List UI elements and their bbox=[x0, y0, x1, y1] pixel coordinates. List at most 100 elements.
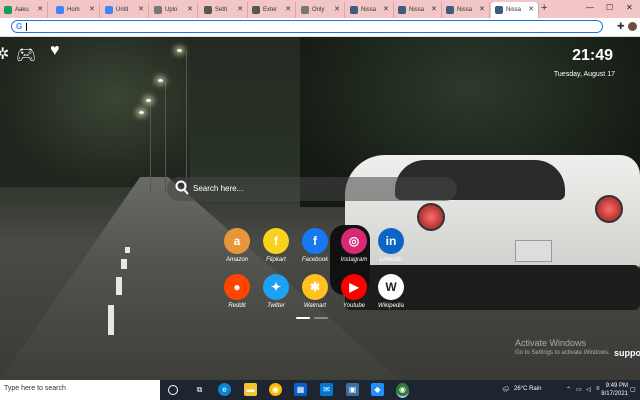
settings-icon[interactable]: ✲ bbox=[0, 44, 9, 64]
search-box[interactable]: Search here... bbox=[167, 177, 457, 201]
shortcut-youtube[interactable]: ▶ Youtube bbox=[334, 274, 374, 309]
close-tab-icon[interactable]: ✕ bbox=[479, 5, 485, 13]
close-tab-icon[interactable]: ✕ bbox=[285, 5, 291, 13]
new-tab-button[interactable]: + bbox=[541, 2, 547, 14]
weather-status[interactable]: 26°C Rain bbox=[514, 386, 541, 392]
flipkart-icon: f bbox=[263, 228, 289, 254]
close-tab-icon[interactable]: ✕ bbox=[138, 5, 144, 13]
shortcut-flipkart[interactable]: f Flipkart bbox=[256, 228, 296, 263]
amazon-icon: a bbox=[224, 228, 250, 254]
browser-tab[interactable]: Hom ✕ bbox=[52, 2, 100, 18]
app-icon[interactable]: ◆ bbox=[371, 383, 384, 396]
shortcut-instagram[interactable]: ◎ Instagram bbox=[334, 228, 374, 263]
tab-label: Setti bbox=[215, 7, 228, 13]
gamepad-icon[interactable]: 🎮︎ bbox=[16, 45, 36, 65]
close-tab-icon[interactable]: ✕ bbox=[334, 5, 340, 13]
chrome-active-icon[interactable]: ◉ bbox=[396, 383, 409, 398]
page-dot-active[interactable] bbox=[296, 317, 310, 319]
browser-tab[interactable]: Nissa ✕ bbox=[346, 2, 394, 18]
file-explorer-icon[interactable]: ▬ bbox=[244, 383, 257, 396]
shortcut-wikipedia[interactable]: W Wikipedia bbox=[371, 274, 411, 309]
taskbar-clock[interactable]: 9:49 PM 8/17/2021 bbox=[601, 382, 628, 398]
shortcut-twitter[interactable]: ✦ Twitter bbox=[256, 274, 296, 309]
search-icon bbox=[175, 180, 189, 195]
close-window-icon[interactable]: ✕ bbox=[626, 3, 633, 12]
tray-arrow-icon[interactable]: ⌃ bbox=[566, 386, 571, 393]
browser-tab[interactable]: Exter ✕ bbox=[248, 2, 296, 18]
browser-tab[interactable]: Aaku ✕ bbox=[0, 2, 48, 18]
tab-label: Uplo bbox=[165, 7, 178, 13]
clock-date: Tuesday, August 17 bbox=[553, 71, 615, 78]
browser-tab[interactable]: Uplo ✕ bbox=[150, 2, 198, 18]
tab-label: Untit bbox=[116, 7, 129, 13]
linkedin-icon: in bbox=[378, 228, 404, 254]
close-tab-icon[interactable]: ✕ bbox=[383, 5, 389, 13]
tab-label: Only bbox=[312, 7, 325, 13]
maximize-icon[interactable]: ☐ bbox=[606, 3, 613, 12]
tab-label: Nissa bbox=[409, 7, 425, 13]
twitter-icon: ✦ bbox=[263, 274, 289, 300]
taskbar-search[interactable]: Type here to search bbox=[0, 380, 160, 400]
network-icon[interactable]: ▭ bbox=[576, 386, 582, 393]
shortcut-reddit[interactable]: ● Reddit bbox=[217, 274, 257, 309]
heart-icon[interactable]: ♥ bbox=[50, 42, 60, 60]
browser-tab[interactable]: Only ✕ bbox=[297, 2, 345, 18]
clock-time: 21:49 bbox=[572, 47, 613, 64]
nissan-icon bbox=[350, 6, 358, 14]
browser-tab[interactable]: Nissa ✕ bbox=[491, 2, 539, 18]
globe-icon bbox=[154, 6, 162, 14]
volume-icon[interactable]: ◁ bbox=[586, 386, 591, 393]
nissan-icon bbox=[495, 6, 503, 14]
google-icon bbox=[105, 6, 113, 14]
tab-label: Nissa bbox=[506, 7, 522, 13]
photos-icon[interactable]: ▣ bbox=[346, 383, 359, 396]
nissan-icon bbox=[398, 6, 406, 14]
wikipedia-icon: W bbox=[378, 274, 404, 300]
chrome-icon[interactable]: ◉ bbox=[269, 383, 282, 396]
browser-tab[interactable]: Untit ✕ bbox=[101, 2, 149, 18]
instagram-icon: ◎ bbox=[341, 228, 367, 254]
taskbar: Type here to search ⧉ e ▬ ◉ ▦ ✉ ▣ ◆ ◉ 🌧︎… bbox=[0, 380, 640, 400]
close-tab-icon[interactable]: ✕ bbox=[89, 5, 95, 13]
tab-label: Nissa bbox=[457, 7, 473, 13]
close-tab-icon[interactable]: ✕ bbox=[187, 5, 193, 13]
shortcut-linkedin[interactable]: in Linkedin bbox=[371, 228, 411, 263]
shortcut-amazon[interactable]: a Amazon bbox=[217, 228, 257, 263]
wallpaper bbox=[0, 37, 640, 380]
store-icon[interactable]: ▦ bbox=[294, 383, 307, 396]
shortcut-walmart[interactable]: ✱ Walmart bbox=[295, 274, 335, 309]
page-dot[interactable] bbox=[314, 317, 328, 319]
weather-icon[interactable]: 🌧︎ bbox=[502, 386, 510, 393]
browser-tab[interactable]: Nissa ✕ bbox=[442, 2, 490, 18]
battery-icon[interactable]: ≡ bbox=[596, 386, 600, 392]
tab-label: Aaku bbox=[15, 7, 29, 13]
search-placeholder: Search here... bbox=[193, 184, 244, 193]
close-tab-icon[interactable]: ✕ bbox=[37, 5, 43, 13]
shortcut-label: Twitter bbox=[267, 303, 285, 309]
address-bar[interactable]: G bbox=[11, 20, 603, 33]
close-tab-icon[interactable]: ✕ bbox=[237, 5, 243, 13]
activation-hint: Go to Settings to activate Windows. bbox=[515, 350, 610, 356]
gear-icon bbox=[204, 6, 212, 14]
minimize-icon[interactable]: — bbox=[586, 3, 594, 12]
task-view-icon[interactable]: ⧉ bbox=[193, 383, 206, 396]
close-tab-icon[interactable]: ✕ bbox=[431, 5, 437, 13]
tab-label: Exter bbox=[263, 7, 278, 13]
support-text: suppo bbox=[614, 348, 640, 358]
profile-avatar[interactable] bbox=[628, 22, 637, 31]
shortcut-facebook[interactable]: f Facebook bbox=[295, 228, 335, 263]
close-tab-icon[interactable]: ✕ bbox=[528, 5, 534, 13]
shortcut-label: Facebook bbox=[301, 257, 329, 263]
mail-icon[interactable]: ✉ bbox=[320, 383, 333, 396]
extensions-icon[interactable]: ✚ bbox=[617, 21, 625, 32]
browser-tab[interactable]: Setti ✕ bbox=[200, 2, 248, 18]
nissan-icon bbox=[446, 6, 454, 14]
shortcut-label: Reddit bbox=[228, 303, 246, 309]
google-icon: G bbox=[16, 22, 23, 31]
cortana-icon[interactable] bbox=[168, 385, 178, 395]
puzzle-icon bbox=[252, 6, 260, 14]
edge-icon[interactable]: e bbox=[218, 383, 231, 396]
browser-tab[interactable]: Nissa ✕ bbox=[394, 2, 442, 18]
text-cursor bbox=[26, 23, 27, 31]
notification-icon[interactable]: ▢ bbox=[630, 386, 636, 393]
